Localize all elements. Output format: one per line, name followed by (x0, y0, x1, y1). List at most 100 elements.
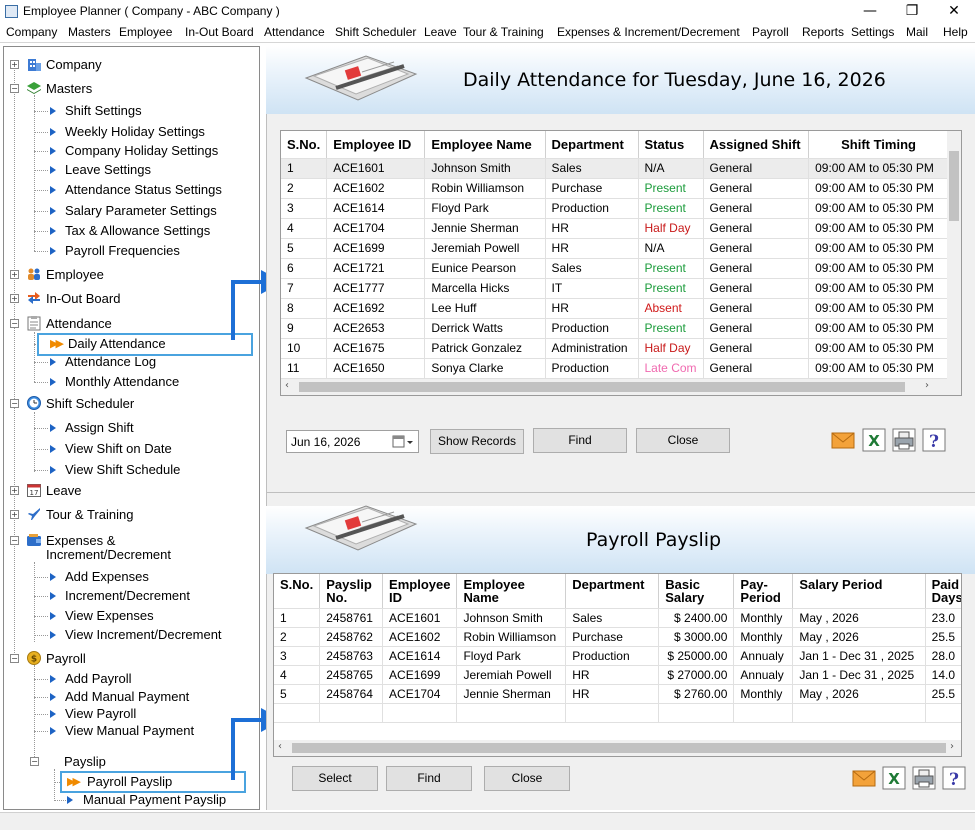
tree-increment-decrement[interactable]: Increment/Decrement (65, 587, 190, 605)
expand-employee[interactable]: + (10, 270, 19, 279)
menu-employee[interactable]: Employee (119, 25, 172, 39)
collapse-expenses[interactable]: − (10, 536, 19, 545)
tree-payroll[interactable]: Payroll (46, 650, 86, 668)
tree-view-payroll[interactable]: View Payroll (65, 705, 136, 723)
attendance-row[interactable]: 6 ACE1721 Eunice Pearson Sales Present Genera… (281, 258, 949, 279)
menu-settings[interactable]: Settings (851, 25, 894, 39)
scroll-left-icon[interactable]: ‹ (285, 380, 289, 391)
attendance-row[interactable]: 1 ACE1601 Johnson Smith Sales N/A General 09:0… (281, 158, 949, 179)
excel-export-icon[interactable]: X (882, 766, 906, 790)
tree-leave-settings[interactable]: Leave Settings (65, 161, 151, 179)
tree-payroll-payslip[interactable]: Payroll Payslip (87, 773, 172, 791)
attendance-row[interactable]: 10 ACE1675 Patrick Gonzalez Administration H… (281, 338, 949, 359)
attendance-col-header[interactable]: Assigned Shift (703, 131, 810, 159)
tree-salary-parameter-settings[interactable]: Salary Parameter Settings (65, 202, 217, 220)
scroll-right-icon[interactable]: › (925, 380, 929, 391)
tree-monthly-attendance[interactable]: Monthly Attendance (65, 373, 179, 391)
menu-shift-scheduler[interactable]: Shift Scheduler (335, 25, 416, 39)
print-icon[interactable] (912, 766, 936, 790)
payslip-select-button[interactable]: Select (292, 766, 378, 791)
attendance-find-button[interactable]: Find (533, 428, 627, 453)
attendance-hscroll[interactable]: ‹ › (281, 379, 961, 395)
tree-weekly-holiday-settings[interactable]: Weekly Holiday Settings (65, 123, 205, 141)
payslip-row[interactable]: 3 2458763 ACE1614 Floyd Park Production $ 250… (274, 646, 961, 666)
tree-view-shift-on-date[interactable]: View Shift on Date (65, 440, 172, 458)
collapse-shift-scheduler[interactable]: − (10, 399, 19, 408)
tree-attendance-log[interactable]: Attendance Log (65, 353, 156, 371)
attendance-col-header[interactable]: S.No. (281, 131, 328, 159)
menu-tour-training[interactable]: Tour & Training (463, 25, 544, 39)
scroll-right-icon[interactable]: › (950, 741, 954, 752)
tree-leave[interactable]: Leave (46, 482, 81, 500)
payslip-hscroll[interactable]: ‹ › (274, 740, 961, 756)
tree-shift-scheduler[interactable]: Shift Scheduler (46, 395, 134, 413)
menu-leave[interactable]: Leave (424, 25, 457, 39)
payslip-col-header[interactable]: Payslip No. (319, 574, 384, 609)
payslip-row[interactable]: 5 2458764 ACE1704 Jennie Sherman HR $ 2760.00… (274, 684, 961, 704)
expand-leave[interactable]: + (10, 486, 19, 495)
tree-add-expenses[interactable]: Add Expenses (65, 568, 149, 586)
payslip-col-header[interactable]: S.No. (274, 574, 321, 609)
menu-expenses[interactable]: Expenses & Increment/Decrement (557, 25, 740, 39)
payslip-find-button[interactable]: Find (386, 766, 472, 791)
payslip-col-header[interactable]: Salary Period (792, 574, 926, 609)
attendance-vscroll[interactable] (947, 131, 961, 379)
tree-view-increment-decrement[interactable]: View Increment/Decrement (65, 626, 222, 644)
attendance-row[interactable]: 11 ACE1650 Sonya Clarke Production Late Com G… (281, 358, 949, 379)
excel-export-icon[interactable]: X (862, 428, 886, 452)
tree-in-out-board[interactable]: In-Out Board (46, 290, 120, 308)
help-icon[interactable]: ? (922, 428, 946, 452)
expand-tour-training[interactable]: + (10, 510, 19, 519)
tree-daily-attendance[interactable]: Daily Attendance (68, 335, 166, 353)
tree-company-holiday-settings[interactable]: Company Holiday Settings (65, 142, 218, 160)
tree-attendance-status-settings[interactable]: Attendance Status Settings (65, 181, 222, 199)
collapse-payslip[interactable]: − (30, 757, 39, 766)
tree-payroll-frequencies[interactable]: Payroll Frequencies (65, 242, 180, 260)
payslip-row[interactable]: 1 2458761 ACE1601 Johnson Smith Sales $ 2400.… (274, 608, 961, 628)
attendance-col-header[interactable]: Employee Name (424, 131, 546, 159)
tree-view-shift-schedule[interactable]: View Shift Schedule (65, 461, 180, 479)
attendance-close-button[interactable]: Close (636, 428, 730, 453)
tree-masters[interactable]: Masters (46, 80, 92, 98)
calendar-dropdown-icon[interactable] (392, 434, 414, 450)
expand-in-out-board[interactable]: + (10, 294, 19, 303)
payslip-close-button[interactable]: Close (484, 766, 570, 791)
maximize-button[interactable]: ❐ (897, 2, 927, 21)
payslip-row[interactable]: 2 2458762 ACE1602 Robin Williamson Purchase $… (274, 627, 961, 647)
tree-employee[interactable]: Employee (46, 266, 104, 284)
attendance-row[interactable]: 3 ACE1614 Floyd Park Production Present Gener… (281, 198, 949, 219)
attendance-row[interactable]: 8 ACE1692 Lee Huff HR Absent General 09:00 AM … (281, 298, 949, 319)
tree-shift-settings[interactable]: Shift Settings (65, 102, 142, 120)
collapse-attendance[interactable]: − (10, 319, 19, 328)
tree-view-expenses[interactable]: View Expenses (65, 607, 154, 625)
show-records-button[interactable]: Show Records (430, 429, 524, 454)
menu-attendance[interactable]: Attendance (264, 25, 325, 39)
date-picker[interactable]: Jun 16, 2026 (286, 430, 419, 453)
attendance-col-header[interactable]: Department (545, 131, 639, 159)
menu-in-out-board[interactable]: In-Out Board (185, 25, 254, 39)
menu-payroll[interactable]: Payroll (752, 25, 789, 39)
tree-attendance[interactable]: Attendance (46, 315, 112, 333)
attendance-col-header[interactable]: Shift Timing (808, 131, 949, 159)
tree-company[interactable]: Company (46, 56, 102, 74)
payslip-col-header[interactable]: Paid Days (925, 574, 961, 609)
attendance-row[interactable]: 4 ACE1704 Jennie Sherman HR Half Day General 0… (281, 218, 949, 239)
tree-view-manual-payment[interactable]: View Manual Payment (65, 722, 194, 740)
email-icon[interactable] (831, 428, 855, 452)
menu-masters[interactable]: Masters (68, 25, 111, 39)
print-icon[interactable] (892, 428, 916, 452)
tree-tour-training[interactable]: Tour & Training (46, 506, 133, 524)
menu-mail[interactable]: Mail (906, 25, 928, 39)
menu-reports[interactable]: Reports (802, 25, 844, 39)
attendance-col-header[interactable]: Employee ID (326, 131, 426, 159)
tree-tax-allowance-settings[interactable]: Tax & Allowance Settings (65, 222, 210, 240)
payslip-col-header[interactable]: Employee Name (456, 574, 567, 609)
email-icon[interactable] (852, 766, 876, 790)
payslip-col-header[interactable]: Pay- Period (733, 574, 794, 609)
attendance-row[interactable]: 9 ACE2653 Derrick Watts Production Present Ge… (281, 318, 949, 339)
help-icon[interactable]: ? (942, 766, 966, 790)
payslip-col-header[interactable]: Employee ID (382, 574, 458, 609)
scroll-left-icon[interactable]: ‹ (278, 741, 282, 752)
menu-company[interactable]: Company (6, 25, 57, 39)
collapse-payroll[interactable]: − (10, 654, 19, 663)
